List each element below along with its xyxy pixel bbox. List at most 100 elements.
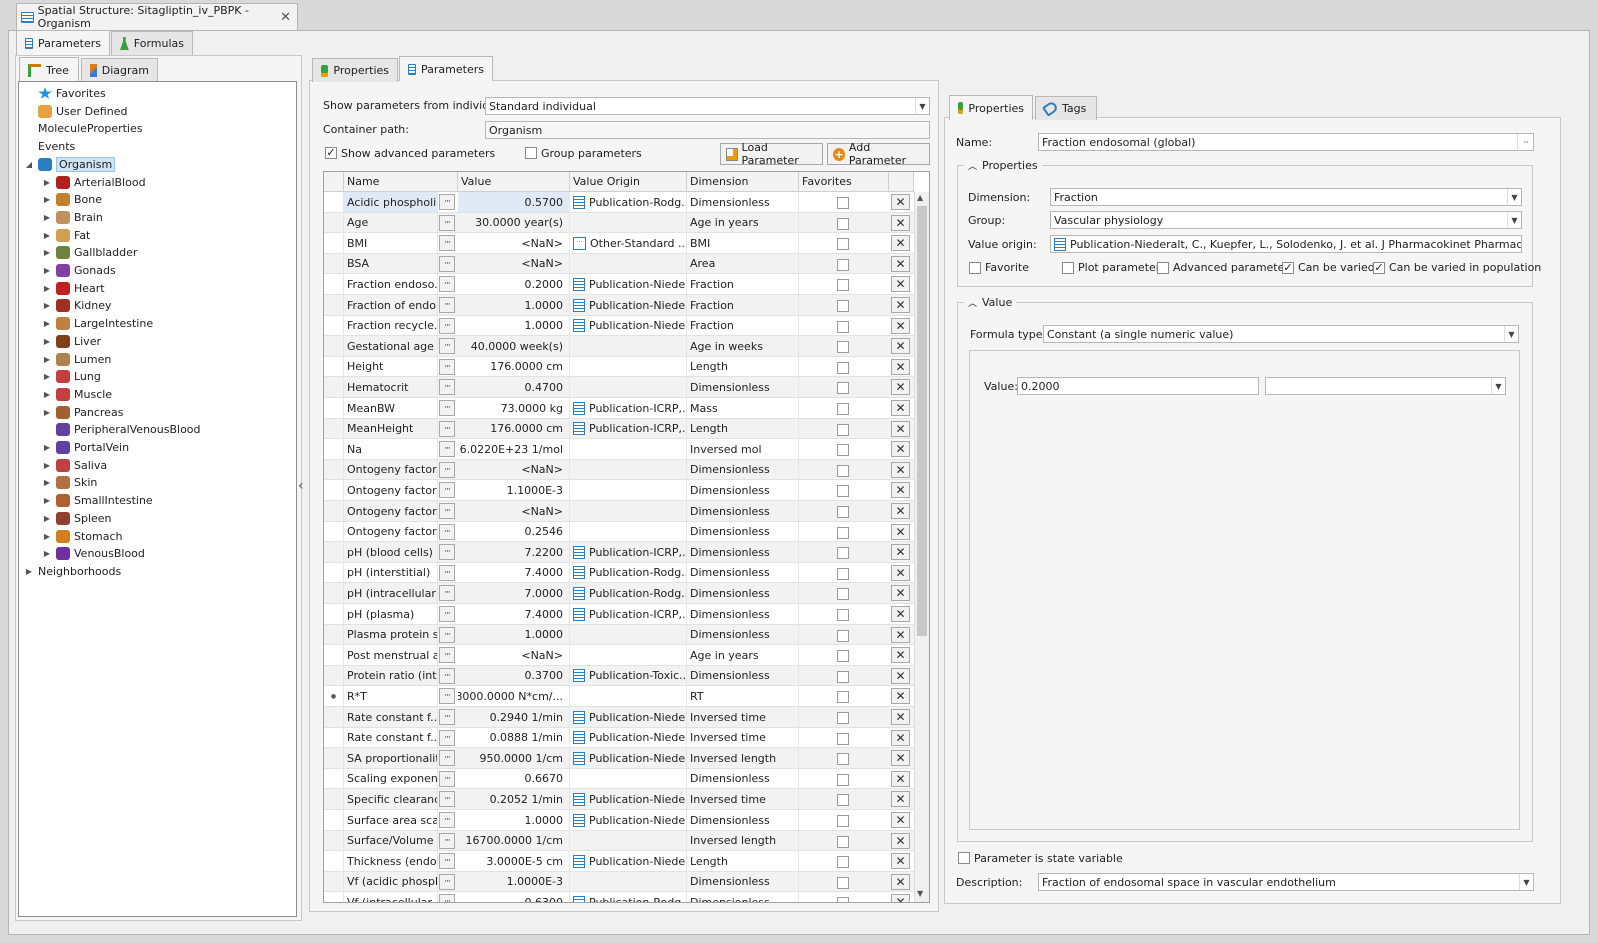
favorite-checkbox[interactable]: [837, 506, 849, 518]
value-origin-cell[interactable]: [570, 686, 687, 707]
delete-button[interactable]: ✕: [891, 441, 910, 458]
value-origin-cell[interactable]: Publication-Niede...: [570, 789, 687, 810]
table-row[interactable]: Ontogeny factor... ··· <NaN> Dimensionless ✕: [324, 459, 914, 481]
ellipsis-button[interactable]: ···: [439, 667, 455, 684]
table-row[interactable]: Thickness (endot...···3.0000E-5 cm Public…: [324, 851, 914, 872]
table-row[interactable]: BSA ··· <NaN> Area ✕: [324, 253, 914, 275]
expand-arrow-icon[interactable]: ▶: [42, 532, 52, 541]
expand-arrow-icon[interactable]: ▶: [42, 496, 52, 505]
tree-item-molecule-properties[interactable]: MoleculeProperties: [24, 120, 142, 137]
value-origin-cell[interactable]: [570, 459, 687, 480]
delete-button[interactable]: ✕: [891, 523, 910, 540]
table-row[interactable]: pH (blood cells) ··· 7.2200 Publication-ICR…: [324, 542, 914, 563]
expand-arrow-icon[interactable]: ▶: [42, 195, 52, 204]
tree-item-heart[interactable]: ▶ Heart: [42, 280, 105, 297]
favorite-checkbox[interactable]: [837, 485, 849, 498]
ellipsis-button[interactable]: ···: [439, 420, 455, 437]
name-cell[interactable]: Specific clearanc...: [344, 789, 438, 810]
ellipsis-button[interactable]: ···: [439, 358, 455, 375]
favorite-checkbox[interactable]: [837, 650, 849, 663]
ellipsis-button[interactable]: ···: [439, 338, 455, 355]
favorite-checkbox[interactable]: [837, 876, 849, 889]
table-row[interactable]: Rate constant f... ··· 0.2940 1/min Publica…: [324, 707, 914, 728]
table-row[interactable]: Ontogeny factor... ··· <NaN> Dimensionless ✕: [324, 501, 914, 522]
delete-button[interactable]: ✕: [891, 461, 910, 478]
favorite-checkbox[interactable]: [837, 403, 849, 415]
value-cell[interactable]: 7.0000: [458, 583, 570, 604]
expand-arrow-icon[interactable]: ▶: [42, 478, 52, 487]
value-origin-cell[interactable]: [570, 356, 687, 377]
favorite-checkbox[interactable]: [837, 794, 849, 807]
tab-middle-parameters[interactable]: Parameters: [399, 56, 493, 81]
expand-arrow-icon[interactable]: ▶: [42, 514, 52, 523]
name-cell[interactable]: pH (plasma): [344, 604, 438, 624]
ellipsis-button[interactable]: ···: [439, 750, 455, 767]
tree-item-liver[interactable]: ▶ Liver: [42, 333, 101, 350]
favorite-checkbox[interactable]: [837, 712, 849, 724]
expand-arrow-icon[interactable]: ▶: [42, 213, 52, 222]
tree-item-venousblood[interactable]: ▶ VenousBlood: [42, 545, 145, 562]
tree-item-bone[interactable]: ▶ Bone: [42, 191, 102, 208]
favorite-checkbox[interactable]: [837, 567, 849, 580]
name-field[interactable]: Fraction endosomal (global) ···: [1038, 133, 1534, 151]
expand-arrow-icon[interactable]: ▶: [42, 461, 52, 470]
value-origin-cell[interactable]: [570, 521, 687, 542]
expand-arrow-icon[interactable]: ▶: [42, 372, 52, 381]
parameters-grid[interactable]: Name Value Value Origin Dimension Favori…: [323, 171, 930, 903]
value-cell[interactable]: 0.6670: [458, 768, 570, 789]
ellipsis-button[interactable]: ···: [439, 812, 455, 828]
table-row[interactable]: Protein ratio (int... ··· 0.3700 Publicatio…: [324, 665, 914, 687]
name-cell[interactable]: MeanBW: [344, 398, 438, 418]
value-origin-cell[interactable]: Publication-Niede...: [570, 295, 687, 315]
tree-item-gonads[interactable]: ▶ Gonads: [42, 262, 116, 279]
table-row[interactable]: Na ··· 6.0220E+23 1/mol Inversed mol ✕: [324, 439, 914, 460]
favorite-checkbox[interactable]: [837, 258, 849, 271]
table-row[interactable]: ●R*T···258000.0000 N*cm/... RT ✕: [324, 686, 914, 707]
expand-arrow-icon[interactable]: ▶: [42, 266, 52, 275]
ellipsis-button[interactable]: ···: [439, 503, 455, 519]
ellipsis-button[interactable]: ···: [1517, 134, 1533, 150]
table-row[interactable]: Age ··· 30.0000 year(s) Age in years ✕: [324, 212, 914, 234]
name-cell[interactable]: pH (interstitial): [344, 562, 438, 583]
value-cell[interactable]: <NaN>: [458, 459, 570, 480]
value-cell[interactable]: 0.0888 1/min: [458, 727, 570, 748]
value-origin-field[interactable]: Publication-Niederalt, C., Kuepfer, L., …: [1050, 235, 1522, 253]
name-cell[interactable]: Ontogeny factor...: [344, 521, 438, 542]
expand-arrow-icon[interactable]: ▶: [42, 443, 52, 452]
name-cell[interactable]: Scaling exponen...: [344, 768, 438, 789]
ellipsis-button[interactable]: ···: [439, 564, 455, 581]
value-origin-cell[interactable]: Publication-Niede...: [570, 274, 687, 295]
table-row[interactable]: pH (plasma) ··· 7.4000 Publication-ICRP,...…: [324, 604, 914, 625]
name-cell[interactable]: Post menstrual a...: [344, 645, 438, 666]
ellipsis-button[interactable]: ···: [439, 853, 455, 870]
ellipsis-button[interactable]: ···: [439, 626, 455, 643]
chevron-down-icon[interactable]: ▼: [1519, 874, 1533, 890]
favorite-checkbox[interactable]: [837, 444, 849, 457]
tree-item-fat[interactable]: ▶ Fat: [42, 227, 90, 244]
name-cell[interactable]: Protein ratio (int...: [344, 665, 438, 686]
favorite-checkbox[interactable]: [837, 609, 849, 621]
table-row[interactable]: SA proportionalit...···950.0000 1/cm Publ…: [324, 748, 914, 769]
delete-button[interactable]: ✕: [891, 503, 910, 519]
name-cell[interactable]: SA proportionalit...: [344, 748, 438, 769]
delete-button[interactable]: ✕: [891, 420, 910, 437]
favorite-checkbox[interactable]: [837, 547, 849, 560]
value-cell[interactable]: <NaN>: [458, 501, 570, 521]
spatial-structure-tree[interactable]: Favorites User Defined MoleculeProperties E…: [18, 81, 297, 917]
table-row[interactable]: Specific clearanc...···0.2052 1/min Publi…: [324, 789, 914, 810]
tree-item-stomach[interactable]: ▶ Stomach: [42, 528, 123, 545]
name-cell[interactable]: pH (intracellular): [344, 583, 438, 604]
tab-diagram[interactable]: Diagram: [81, 58, 158, 82]
favorite-checkbox[interactable]: [837, 856, 849, 869]
tab-formulas[interactable]: Formulas: [111, 31, 193, 55]
delete-button[interactable]: ✕: [891, 585, 910, 602]
delete-button[interactable]: ✕: [891, 255, 910, 272]
table-row[interactable]: Acidic phospholip...···0.5700 Publication…: [324, 192, 914, 213]
value-cell[interactable]: 0.2052 1/min: [458, 789, 570, 810]
name-cell[interactable]: Rate constant f...: [344, 727, 438, 748]
value-cell[interactable]: <NaN>: [458, 253, 570, 274]
favorite-checkbox[interactable]: [837, 815, 849, 827]
ellipsis-button[interactable]: ···: [439, 873, 455, 890]
favorite-checkbox[interactable]: [837, 732, 849, 745]
name-cell[interactable]: Age: [344, 212, 438, 233]
